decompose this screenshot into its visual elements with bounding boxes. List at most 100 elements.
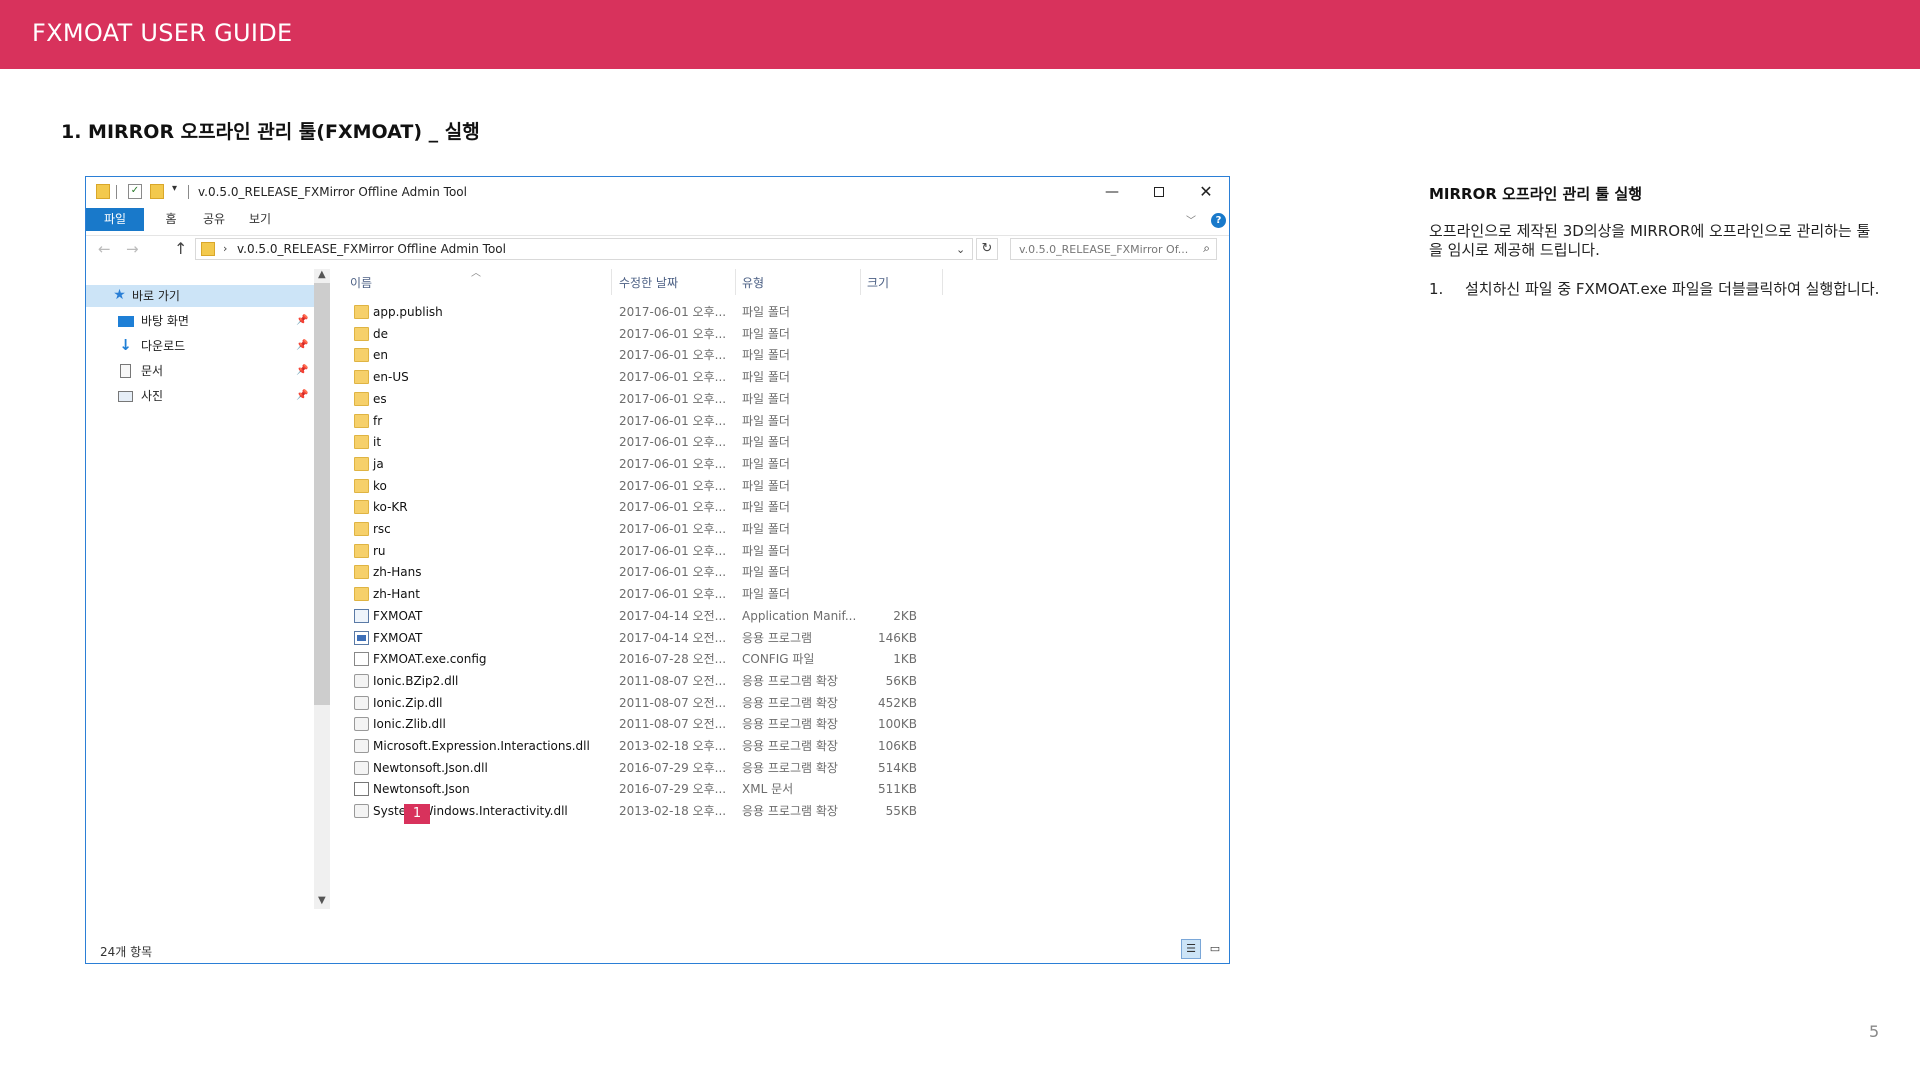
file-name: ko-KR bbox=[373, 500, 408, 515]
file-type: 파일 폴더 bbox=[742, 391, 790, 406]
help-icon[interactable]: ? bbox=[1211, 213, 1226, 228]
file-name: es bbox=[373, 391, 387, 406]
file-name: Ionic.Zip.dll bbox=[373, 695, 443, 710]
details-view-button[interactable]: ☰ bbox=[1181, 939, 1201, 959]
dll-file-icon bbox=[354, 760, 369, 775]
file-size: 146KB bbox=[877, 630, 917, 645]
file-row[interactable]: FXMOAT.exe.config 2016-07-28 오전... CONFIG … bbox=[86, 649, 1229, 670]
file-size: 106KB bbox=[877, 739, 917, 753]
file-size: 511KB bbox=[877, 782, 917, 797]
address-history-chevron-icon[interactable]: ⌄ bbox=[956, 243, 965, 256]
scroll-up-icon[interactable]: ▲ bbox=[318, 269, 326, 280]
file-date: 2017-06-01 오후... bbox=[619, 348, 727, 363]
window-title: v.0.5.0_RELEASE_FXMirror Offline Admin T… bbox=[198, 185, 467, 199]
file-row[interactable]: System.Windows.Interactivity.dll 2013-02-… bbox=[86, 801, 1229, 822]
file-size: 55KB bbox=[885, 804, 917, 819]
file-size: 1KB bbox=[893, 652, 917, 667]
file-row[interactable]: Newtonsoft.Json 2016-07-29 오후... XML 문서 511… bbox=[86, 779, 1229, 800]
file-name: en-US bbox=[373, 370, 409, 385]
file-name: Microsoft.Expression.Interactions.dll bbox=[373, 739, 590, 753]
file-row[interactable]: FXMOAT 2017-04-14 오전... 응용 프로그램 146KB bbox=[86, 628, 1229, 649]
tab-view[interactable]: 보기 bbox=[242, 208, 278, 231]
file-type: 파일 폴더 bbox=[742, 565, 790, 580]
large-icons-view-button[interactable]: ▭ bbox=[1205, 939, 1225, 959]
tab-file[interactable]: 파일 bbox=[86, 208, 144, 231]
file-date: 2017-04-14 오전... bbox=[619, 608, 727, 623]
file-icon bbox=[354, 652, 369, 667]
file-row[interactable]: FXMOAT 2017-04-14 오전... Application Manif.… bbox=[86, 606, 1229, 627]
maximize-button[interactable] bbox=[1139, 180, 1179, 204]
file-row[interactable]: Ionic.BZip2.dll 2011-08-07 오전... 응용 프로그램 확… bbox=[86, 671, 1229, 692]
forward-button[interactable]: → bbox=[126, 240, 139, 258]
file-row[interactable]: it 2017-06-01 오후... 파일 폴더 bbox=[86, 432, 1229, 453]
file-row[interactable]: app.publish 2017-06-01 오후... 파일 폴더 bbox=[86, 302, 1229, 323]
file-date: 2017-06-01 오후... bbox=[619, 305, 727, 319]
file-date: 2017-06-01 오후... bbox=[619, 326, 727, 341]
file-date: 2013-02-18 오후... bbox=[619, 804, 727, 819]
customize-toolbar-chevron-icon[interactable]: ▾ bbox=[172, 183, 177, 194]
expand-ribbon-chevron-icon[interactable]: ﹀ bbox=[1186, 212, 1196, 227]
file-row[interactable]: en 2017-06-01 오후... 파일 폴더 bbox=[86, 345, 1229, 366]
step-marker-badge: 1 bbox=[404, 804, 430, 824]
file-row[interactable]: zh-Hant 2017-06-01 오후... 파일 폴더 bbox=[86, 584, 1229, 605]
file-type: 파일 폴더 bbox=[742, 456, 790, 471]
file-type: Application Manif... bbox=[742, 608, 857, 623]
file-type: 응용 프로그램 확장 bbox=[742, 739, 838, 753]
column-header-name[interactable]: 이름 bbox=[350, 272, 372, 294]
file-type: 응용 프로그램 bbox=[742, 630, 813, 645]
minimize-button[interactable]: — bbox=[1092, 180, 1132, 204]
file-row[interactable]: ja 2017-06-01 오후... 파일 폴더 bbox=[86, 454, 1229, 475]
file-name: zh-Hant bbox=[373, 587, 420, 602]
breadcrumb-chevron-icon[interactable]: › bbox=[223, 242, 227, 255]
properties-icon[interactable]: ✓ bbox=[128, 184, 142, 199]
column-header-date[interactable]: 수정한 날짜 bbox=[619, 272, 678, 294]
column-divider[interactable] bbox=[860, 269, 861, 295]
folder-icon bbox=[354, 326, 369, 341]
file-date: 2017-06-01 오후... bbox=[619, 587, 727, 602]
file-row[interactable]: ru 2017-06-01 오후... 파일 폴더 bbox=[86, 541, 1229, 562]
file-row[interactable]: zh-Hans 2017-06-01 오후... 파일 폴더 bbox=[86, 562, 1229, 583]
file-row[interactable]: en-US 2017-06-01 오후... 파일 폴더 bbox=[86, 367, 1229, 388]
column-divider[interactable] bbox=[735, 269, 736, 295]
file-date: 2011-08-07 오전... bbox=[619, 673, 727, 688]
page-number: 5 bbox=[1869, 1022, 1880, 1041]
item-count: 24개 항목 bbox=[100, 945, 153, 959]
address-bar[interactable]: › v.0.5.0_RELEASE_FXMirror Offline Admin… bbox=[195, 238, 973, 260]
file-row[interactable]: rsc 2017-06-01 오후... 파일 폴더 bbox=[86, 519, 1229, 540]
dll-file-icon bbox=[354, 717, 369, 732]
file-row[interactable]: Ionic.Zlib.dll 2011-08-07 오전... 응용 프로그램 확장… bbox=[86, 714, 1229, 735]
file-row[interactable]: Ionic.Zip.dll 2011-08-07 오전... 응용 프로그램 확장 4… bbox=[86, 693, 1229, 714]
up-button[interactable]: ↑ bbox=[174, 239, 187, 258]
dll-file-icon bbox=[354, 673, 369, 688]
search-input[interactable]: v.0.5.0_RELEASE_FXMirror Of... ⌕ bbox=[1010, 238, 1217, 260]
new-folder-icon[interactable] bbox=[150, 184, 164, 199]
file-row[interactable]: Newtonsoft.Json.dll 2016-07-29 오후... 응용 프로… bbox=[86, 758, 1229, 779]
scroll-down-icon[interactable]: ▼ bbox=[318, 895, 326, 906]
column-header-size[interactable]: 크기 bbox=[867, 272, 889, 294]
address-path[interactable]: v.0.5.0_RELEASE_FXMirror Offline Admin T… bbox=[237, 242, 506, 256]
step-text: 설치하신 파일 중 FXMOAT.exe 파일을 더블클릭하여 실행합니다. bbox=[1465, 280, 1880, 298]
maximize-icon bbox=[1154, 187, 1164, 197]
file-row[interactable]: fr 2017-06-01 오후... 파일 폴더 bbox=[86, 411, 1229, 432]
back-button[interactable]: ← bbox=[98, 240, 111, 258]
file-type: 파일 폴더 bbox=[742, 543, 790, 558]
tab-home[interactable]: 홈 bbox=[156, 208, 186, 231]
star-icon: ★ bbox=[113, 287, 126, 303]
close-button[interactable]: ✕ bbox=[1186, 180, 1226, 204]
file-type: 파일 폴더 bbox=[742, 348, 790, 363]
column-header-type[interactable]: 유형 bbox=[742, 272, 764, 294]
file-row[interactable]: Microsoft.Expression.Interactions.dll 201… bbox=[86, 736, 1229, 757]
folder-icon bbox=[354, 305, 369, 319]
folder-icon bbox=[354, 565, 369, 580]
file-row[interactable]: de 2017-06-01 오후... 파일 폴더 bbox=[86, 324, 1229, 345]
file-row[interactable]: ko-KR 2017-06-01 오후... 파일 폴더 bbox=[86, 497, 1229, 518]
file-row[interactable]: ko 2017-06-01 오후... 파일 폴더 bbox=[86, 476, 1229, 497]
folder-icon bbox=[354, 522, 369, 536]
column-divider[interactable] bbox=[611, 269, 612, 295]
column-divider[interactable] bbox=[942, 269, 943, 295]
tab-share[interactable]: 공유 bbox=[196, 208, 232, 231]
file-name: Newtonsoft.Json bbox=[373, 782, 470, 797]
file-row[interactable]: es 2017-06-01 오후... 파일 폴더 bbox=[86, 389, 1229, 410]
xml-file-icon bbox=[354, 782, 369, 797]
refresh-button[interactable]: ↻ bbox=[976, 238, 998, 260]
